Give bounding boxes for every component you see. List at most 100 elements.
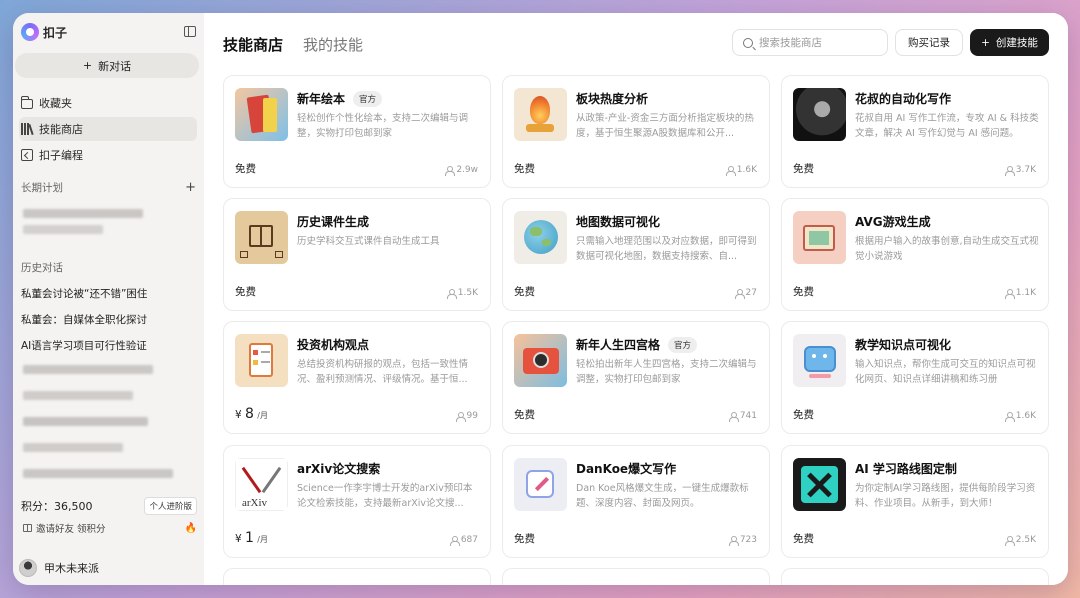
create-skill-button[interactable]: + 创建技能 bbox=[970, 29, 1049, 56]
user-icon bbox=[1004, 288, 1015, 299]
add-plan-icon[interactable]: + bbox=[185, 180, 196, 195]
long-term-plan-label: 长期计划 bbox=[21, 182, 63, 194]
sidebar-item-label: 扣子编程 bbox=[39, 149, 83, 162]
blurred-item[interactable] bbox=[23, 209, 143, 218]
user-count-value: 99 bbox=[466, 411, 478, 421]
skill-card[interactable]: AI 学习路线图定制 为你定制AI学习路线图，提供每阶段学习资料、作业项目。从新手… bbox=[781, 445, 1049, 558]
skill-title-text: 新年人生四宫格 bbox=[576, 338, 661, 352]
user-count-value: 1.6K bbox=[1015, 411, 1036, 421]
tab-skill-store[interactable]: 技能商店 bbox=[223, 34, 283, 55]
skill-title: AI 学习路线图定制 bbox=[855, 460, 957, 477]
skill-card-partial[interactable] bbox=[781, 568, 1049, 585]
skill-title: 新年绘本 官方 bbox=[297, 90, 383, 107]
skill-price: ¥ 1 /月 bbox=[235, 530, 268, 546]
skill-description: 从政策-产业-资金三方面分析指定板块的热度，基于恒生聚源A股数据库和公开... bbox=[576, 113, 754, 139]
blurred-item[interactable] bbox=[23, 469, 173, 478]
skill-card[interactable]: 新年人生四宫格 官方 轻松拍出新年人生四宫格，支持二次编辑与调整，实物打印包邮到家免… bbox=[502, 321, 770, 434]
skill-price: 免费 bbox=[514, 409, 535, 421]
skill-title-text: 花叔的自动化写作 bbox=[855, 92, 952, 106]
history-item[interactable]: 私董会：自媒体全职化探讨 bbox=[21, 312, 147, 327]
skill-card-partial[interactable] bbox=[223, 568, 491, 585]
user-icon bbox=[728, 535, 739, 546]
skill-user-count: 27 bbox=[734, 288, 757, 299]
blurred-item[interactable] bbox=[23, 391, 133, 400]
skill-card-partial[interactable] bbox=[502, 568, 770, 585]
invite-label: 邀请好友 领积分 bbox=[36, 524, 106, 535]
skill-card[interactable]: 板块热度分析 从政策-产业-资金三方面分析指定板块的热度，基于恒生聚源A股数据库和… bbox=[502, 75, 770, 188]
blurred-item[interactable] bbox=[23, 417, 148, 426]
user-count-value: 741 bbox=[739, 411, 757, 421]
skill-title-text: AI 学习路线图定制 bbox=[855, 462, 957, 476]
user-icon bbox=[734, 288, 745, 299]
sidebar-item-coze-coding[interactable]: 扣子编程 bbox=[19, 143, 197, 167]
skill-user-count: 1.6K bbox=[1004, 411, 1036, 422]
skill-price: 免费 bbox=[514, 163, 535, 175]
skill-card[interactable]: 地图数据可视化 只需输入地理范围以及对应数据，即可得到数据可视化地图，数据支持搜索… bbox=[502, 198, 770, 311]
user-icon bbox=[728, 411, 739, 422]
user-count-value: 27 bbox=[745, 288, 757, 298]
price-symbol: ¥ bbox=[235, 533, 242, 545]
purchase-record-button[interactable]: 购买记录 bbox=[895, 29, 963, 56]
skill-title: 投资机构观点 bbox=[297, 336, 369, 353]
skill-description: 花叔自用 AI 写作工作流，专攻 AI & 科技类文章，解决 AI 写作幻觉与 … bbox=[855, 113, 1039, 139]
sidebar-item-favorites[interactable]: 收藏夹 bbox=[19, 91, 197, 115]
history-item[interactable]: 私董会讨论被“还不错”困住 bbox=[21, 286, 147, 301]
blurred-item[interactable] bbox=[23, 225, 103, 234]
skill-card[interactable]: 花叔的自动化写作花叔自用 AI 写作工作流，专攻 AI & 科技类文章，解决 A… bbox=[781, 75, 1049, 188]
skill-thumbnail bbox=[514, 458, 567, 511]
skill-thumbnail bbox=[514, 88, 567, 141]
invite-row[interactable]: 邀请好友 领积分 🔥 bbox=[23, 521, 197, 535]
store-icon bbox=[21, 123, 33, 135]
price-value: 8 bbox=[245, 406, 254, 422]
user-icon bbox=[1004, 411, 1015, 422]
user-count-value: 1.1K bbox=[1015, 288, 1036, 298]
skill-price: 免费 bbox=[235, 286, 256, 298]
official-badge: 官方 bbox=[353, 90, 383, 107]
skill-card[interactable]: 教学知识点可视化 输入知识点，帮你生成可交互的知识点可视化网页、知识点详细讲稿和练… bbox=[781, 321, 1049, 434]
skill-description: Dan Koe风格爆文生成，一键生成爆款标题、深度内容、封面及网页。 bbox=[576, 483, 749, 509]
skill-card[interactable]: 投资机构观点 总结投资机构研报的观点，包括一致性情况、盈利预测情况、评级情况。基于… bbox=[223, 321, 491, 434]
main-content: 技能商店 我的技能 搜索技能商店 购买记录 + 创建技能 新年绘本 官方 轻松创作个… bbox=[204, 13, 1068, 585]
skill-user-count: 1.6K bbox=[725, 165, 757, 176]
tab-my-skills[interactable]: 我的技能 bbox=[303, 34, 363, 55]
new-chat-button[interactable]: + 新对话 bbox=[15, 53, 199, 78]
skill-thumbnail bbox=[514, 334, 567, 387]
fire-icon: 🔥 bbox=[184, 522, 197, 534]
search-icon bbox=[743, 37, 753, 48]
skill-title: AVG游戏生成 bbox=[855, 213, 931, 230]
user-count-value: 1.6K bbox=[736, 165, 757, 175]
search-input[interactable]: 搜索技能商店 bbox=[732, 29, 888, 56]
blurred-item[interactable] bbox=[23, 443, 123, 452]
skill-card[interactable]: AVG游戏生成 根据用户输入的故事创意,自动生成交互式视觉小说游戏 免费 1.1K bbox=[781, 198, 1049, 311]
sidebar-item-label: 技能商店 bbox=[39, 123, 83, 136]
history-item[interactable]: AI语言学习项目可行性验证 bbox=[21, 338, 147, 353]
avatar bbox=[19, 559, 37, 577]
plan-badge[interactable]: 个人进阶版 bbox=[144, 497, 197, 515]
skill-card[interactable]: DanKoe爆文写作 Dan Koe风格爆文生成，一键生成爆款标题、深度内容、封面… bbox=[502, 445, 770, 558]
brand[interactable]: 扣子 bbox=[21, 23, 67, 41]
skill-title: DanKoe爆文写作 bbox=[576, 460, 676, 477]
sidebar-item-skill-store[interactable]: 技能商店 bbox=[19, 117, 197, 141]
skill-description: 轻松拍出新年人生四宫格，支持二次编辑与调整，实物打印包邮到家 bbox=[576, 359, 757, 385]
skill-description: 输入知识点，帮你生成可交互的知识点可视化网页、知识点详细讲稿和练习册 bbox=[855, 359, 1036, 385]
skill-title-text: 投资机构观点 bbox=[297, 338, 370, 352]
blurred-item[interactable] bbox=[23, 365, 153, 374]
skill-thumbnail bbox=[514, 211, 567, 264]
user-profile[interactable]: 甲木未来派 bbox=[19, 559, 99, 577]
skill-user-count: 687 bbox=[449, 535, 478, 546]
user-icon bbox=[1004, 165, 1015, 176]
skill-user-count: 99 bbox=[455, 411, 478, 422]
price-value: 1 bbox=[245, 530, 254, 546]
skill-user-count: 2.9w bbox=[445, 165, 478, 176]
skill-thumbnail bbox=[793, 211, 846, 264]
skill-card[interactable]: arXiv arXiv论文搜索 Science一作李宇博士开发的arXiv预印本论文… bbox=[223, 445, 491, 558]
skill-title-text: 新年绘本 bbox=[297, 92, 346, 106]
skill-title-text: AVG游戏生成 bbox=[855, 215, 931, 229]
sidebar-toggle-icon[interactable] bbox=[184, 26, 196, 37]
skill-thumbnail: arXiv bbox=[235, 458, 288, 511]
user-icon bbox=[449, 535, 460, 546]
skill-card[interactable]: 新年绘本 官方 轻松创作个性化绘本，支持二次编辑与调整，实物打印包邮到家 免费 2.9w bbox=[223, 75, 491, 188]
skill-price: 免费 bbox=[235, 163, 256, 175]
skill-card[interactable]: 历史课件生成 历史学科交互式课件自动生成工具 免费 1.5K bbox=[223, 198, 491, 311]
tab-bar: 技能商店 我的技能 bbox=[223, 34, 363, 55]
